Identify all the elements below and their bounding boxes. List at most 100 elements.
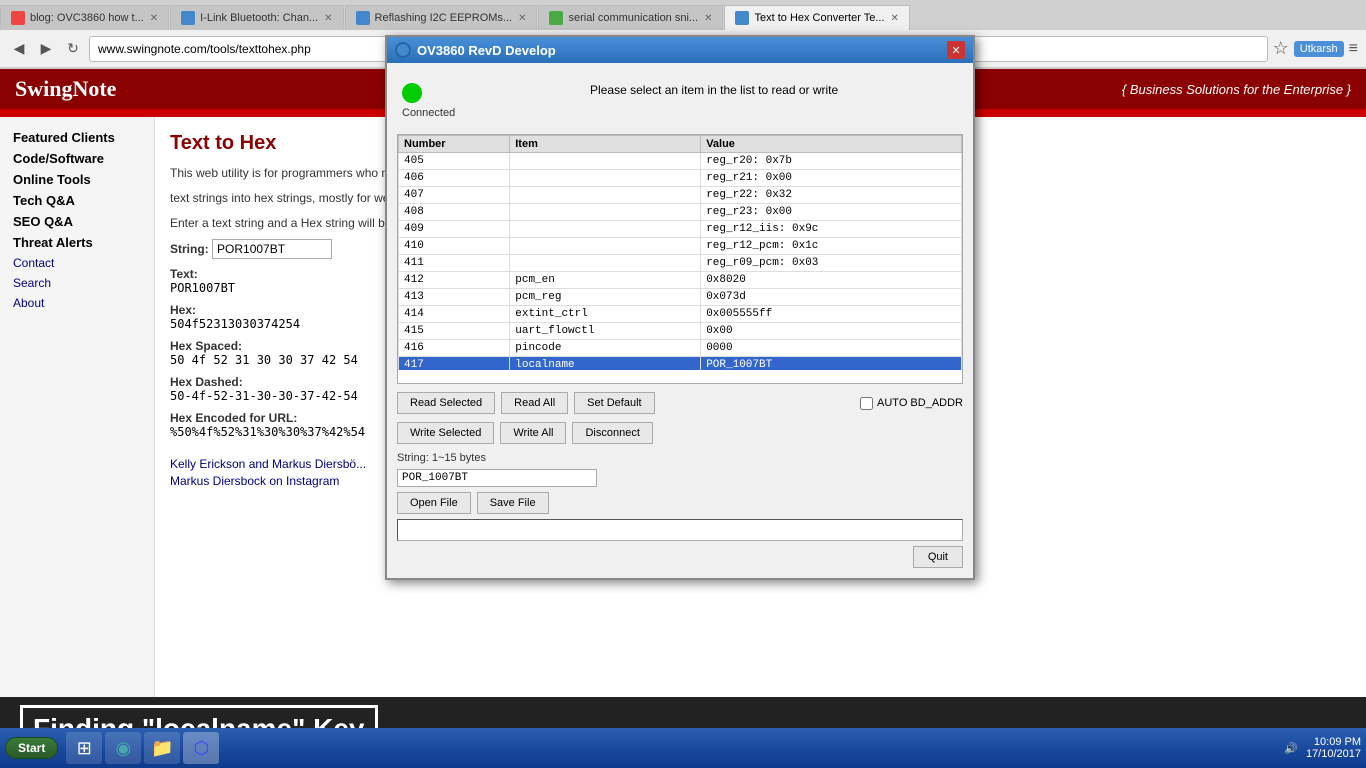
- table-row[interactable]: 405 reg_r20: 0x7b: [399, 153, 962, 170]
- cell-number: 407: [399, 187, 510, 204]
- sidebar-item-contact[interactable]: Contact: [5, 253, 149, 273]
- cell-value: reg_r20: 0x7b: [701, 153, 962, 170]
- table-row[interactable]: 406reg_r21: 0x00: [399, 170, 962, 187]
- cell-item: [510, 221, 701, 238]
- menu-icon[interactable]: ≡: [1349, 40, 1358, 58]
- cell-item: pcm_en: [510, 272, 701, 289]
- cell-item: [510, 153, 701, 170]
- tab-close[interactable]: ✕: [150, 13, 158, 24]
- tab-ilink[interactable]: I-Link Bluetooth: Chan... ✕: [170, 5, 343, 30]
- modal-text-input[interactable]: [397, 469, 597, 487]
- banner-text: Finding "localname" Key: [20, 705, 378, 729]
- status-dot: [402, 83, 422, 103]
- sidebar-item-online[interactable]: Online Tools: [5, 169, 149, 190]
- tab-favicon: [181, 11, 195, 25]
- bottom-banner: Finding "localname" Key: [0, 697, 1366, 729]
- table-row[interactable]: 416pincode0000: [399, 340, 962, 357]
- chrome-icon: ◉: [115, 738, 131, 759]
- connected-label: Connected: [402, 107, 455, 119]
- table-row[interactable]: 413pcm_reg0x073d: [399, 289, 962, 306]
- table-row[interactable]: 417localnamePOR_1007BT: [399, 357, 962, 371]
- cell-number: 413: [399, 289, 510, 306]
- sidebar-item-code[interactable]: Code/Software: [5, 148, 149, 169]
- start-button[interactable]: Start: [5, 737, 58, 759]
- back-button[interactable]: ◀: [8, 38, 30, 60]
- modal-status: Connected Please select an item in the l…: [397, 73, 963, 124]
- open-file-button[interactable]: Open File: [397, 492, 471, 514]
- table-row[interactable]: 412pcm_en0x8020: [399, 272, 962, 289]
- tab-close[interactable]: ✕: [518, 13, 526, 24]
- forward-button[interactable]: ▶: [35, 38, 57, 60]
- string-input[interactable]: [212, 239, 332, 259]
- reload-button[interactable]: ↻: [62, 38, 84, 60]
- auto-bd-addr-label: AUTO BD_ADDR: [877, 397, 963, 409]
- tab-label: I-Link Bluetooth: Chan...: [200, 12, 318, 24]
- tab-serial[interactable]: serial communication sni... ✕: [538, 5, 723, 30]
- cell-value: 0x8020: [701, 272, 962, 289]
- read-all-button[interactable]: Read All: [501, 392, 568, 414]
- cell-number: 411: [399, 255, 510, 272]
- user-badge: Utkarsh: [1294, 41, 1344, 57]
- volume-icon: 🔊: [1284, 742, 1298, 755]
- modal-string-row: String: 1~15 bytes: [397, 452, 963, 464]
- tab-close[interactable]: ✕: [704, 13, 712, 24]
- write-all-button[interactable]: Write All: [500, 422, 566, 444]
- table-row[interactable]: 407 reg_r22: 0x32: [399, 187, 962, 204]
- string-label: String:: [170, 242, 209, 256]
- modal-close-button[interactable]: ✕: [947, 41, 965, 59]
- disconnect-button[interactable]: Disconnect: [572, 422, 652, 444]
- set-default-button[interactable]: Set Default: [574, 392, 654, 414]
- sidebar-item-about[interactable]: About: [5, 293, 149, 313]
- quit-button[interactable]: Quit: [913, 546, 963, 568]
- taskbar-app-1[interactable]: ⊞: [66, 732, 102, 764]
- sidebar-item-seo[interactable]: SEO Q&A: [5, 211, 149, 232]
- taskbar-app-3[interactable]: 📁: [144, 732, 180, 764]
- taskbar-app-2[interactable]: ◉: [105, 732, 141, 764]
- nav-right: ☆ Utkarsh ≡: [1273, 38, 1358, 59]
- tab-label: Reflashing I2C EEPROMs...: [375, 12, 513, 24]
- tab-texthex[interactable]: Text to Hex Converter Te... ✕: [724, 5, 909, 30]
- taskbar-right: 🔊 10:09 PM 17/10/2017: [1284, 736, 1361, 760]
- modal-buttons-row2: Write Selected Write All Disconnect: [397, 422, 963, 444]
- modal-table-container: Number Item Value 405reg_r20: 0x7b406reg…: [397, 134, 963, 384]
- col-value: Value: [701, 136, 962, 153]
- table-row[interactable]: 411 reg_r09_pcm: 0x03: [399, 255, 962, 272]
- read-selected-button[interactable]: Read Selected: [397, 392, 495, 414]
- table-row[interactable]: 410reg_r12_pcm: 0x1c: [399, 238, 962, 255]
- taskbar-app-4[interactable]: ⬡: [183, 732, 219, 764]
- sidebar: Featured Clients Code/Software Online To…: [0, 117, 155, 697]
- cell-number: 405: [399, 153, 510, 170]
- folder-icon: 📁: [151, 738, 173, 759]
- auto-bd-addr-check[interactable]: [860, 397, 873, 410]
- table-row[interactable]: 409reg_r12_iis: 0x9c: [399, 221, 962, 238]
- modal-title: OV3860 RevD Develop: [417, 43, 556, 58]
- tab-label: blog: OVC3860 how t...: [30, 12, 144, 24]
- cell-item: [510, 204, 701, 221]
- bluetooth-icon: ⬡: [193, 738, 209, 759]
- table-scroll[interactable]: Number Item Value 405reg_r20: 0x7b406reg…: [398, 135, 962, 370]
- auto-bd-addr-checkbox[interactable]: AUTO BD_ADDR: [860, 397, 963, 410]
- sidebar-item-search[interactable]: Search: [5, 273, 149, 293]
- save-file-button[interactable]: Save File: [477, 492, 549, 514]
- tab-close[interactable]: ✕: [324, 13, 332, 24]
- col-number: Number: [399, 136, 510, 153]
- tab-reflash[interactable]: Reflashing I2C EEPROMs... ✕: [345, 5, 538, 30]
- sidebar-item-featured[interactable]: Featured Clients: [5, 127, 149, 148]
- cell-value: reg_r12_pcm: 0x1c: [701, 238, 962, 255]
- cell-number: 416: [399, 340, 510, 357]
- tab-close[interactable]: ✕: [891, 13, 899, 24]
- sidebar-item-tech[interactable]: Tech Q&A: [5, 190, 149, 211]
- time-display: 10:09 PM 17/10/2017: [1306, 736, 1361, 760]
- modal-body: Connected Please select an item in the l…: [387, 63, 973, 578]
- table-row[interactable]: 415uart_flowctl0x00: [399, 323, 962, 340]
- sidebar-item-threat[interactable]: Threat Alerts: [5, 232, 149, 253]
- table-row[interactable]: 408reg_r23: 0x00: [399, 204, 962, 221]
- cell-value: reg_r09_pcm: 0x03: [701, 255, 962, 272]
- cell-item: uart_flowctl: [510, 323, 701, 340]
- cell-number: 417: [399, 357, 510, 371]
- table-row[interactable]: 414extint_ctrl0x005555ff: [399, 306, 962, 323]
- cell-value: reg_r22: 0x32: [701, 187, 962, 204]
- cell-item: [510, 255, 701, 272]
- write-selected-button[interactable]: Write Selected: [397, 422, 494, 444]
- tab-blog[interactable]: blog: OVC3860 how t... ✕: [0, 5, 169, 30]
